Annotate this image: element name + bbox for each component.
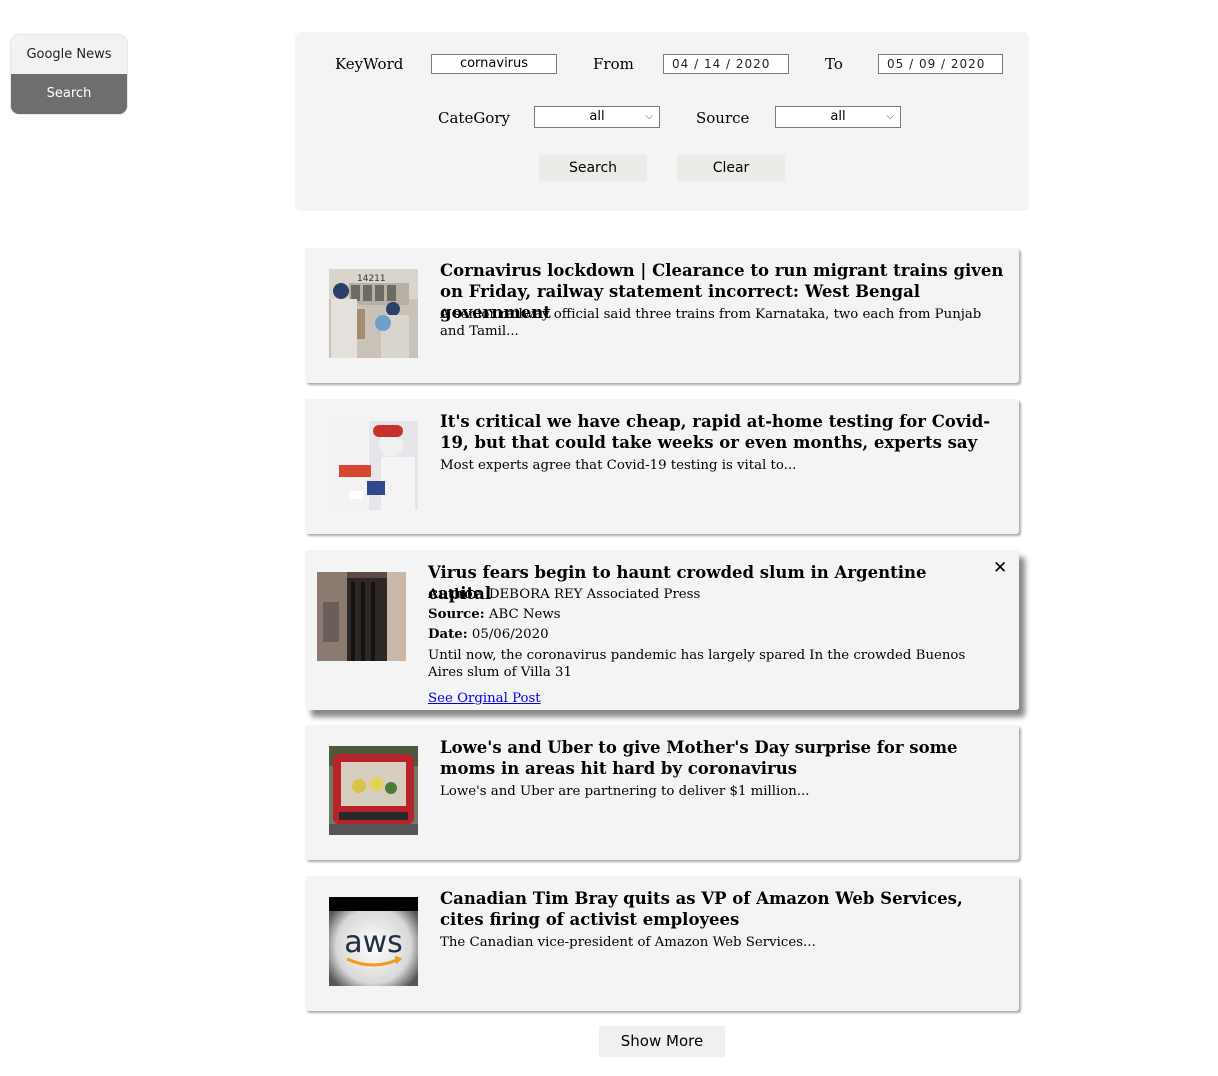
keyword-input[interactable]: cornavirus — [431, 54, 557, 74]
side-nav: Google News Search — [11, 35, 127, 114]
aws-logo-text: aws — [344, 925, 403, 960]
date-row: Date: 05/06/2020 — [428, 625, 988, 645]
article-thumbnail: aws — [329, 897, 418, 986]
close-icon[interactable]: ✕ — [993, 558, 1007, 578]
source-value: ABC News — [488, 607, 561, 622]
category-label: CateGory — [438, 109, 510, 127]
author-value: DEBORA REY Associated Press — [488, 587, 701, 602]
article-thumbnail — [329, 746, 418, 835]
to-date-input[interactable]: 05 / 09 / 2020 — [878, 54, 1003, 74]
search-form-panel: KeyWord cornavirus From 04 / 14 / 2020 T… — [295, 32, 1029, 211]
chevron-down-icon: ⌵ — [886, 111, 894, 122]
article-description: Lowe's and Uber are partnering to delive… — [440, 784, 810, 799]
article-title[interactable]: Canadian Tim Bray quits as VP of Amazon … — [440, 888, 1005, 930]
date-label: Date: — [428, 627, 468, 642]
news-card-expanded[interactable]: Virus fears begin to haunt crowded slum … — [305, 550, 1019, 710]
nav-google-news[interactable]: Google News — [11, 35, 127, 74]
article-thumbnail — [317, 572, 406, 661]
article-title[interactable]: It's critical we have cheap, rapid at-ho… — [440, 411, 1005, 453]
source-label: Source — [696, 109, 750, 127]
search-button[interactable]: Search — [539, 155, 647, 181]
from-date-input[interactable]: 04 / 14 / 2020 — [663, 54, 789, 74]
original-post-link[interactable]: See Orginal Post — [428, 691, 541, 706]
news-card[interactable]: 14211 Cornavirus lockdown | Clearance to… — [305, 248, 1019, 383]
source-row: Source: ABC News — [428, 605, 988, 625]
article-description: A senior railway official said three tra… — [440, 307, 982, 339]
nav-search[interactable]: Search — [11, 74, 127, 114]
to-label: To — [825, 55, 843, 73]
source-value: all — [830, 109, 846, 124]
chevron-down-icon: ⌵ — [645, 111, 653, 122]
category-value: all — [589, 109, 605, 124]
show-more-button[interactable]: Show More — [599, 1026, 725, 1057]
thumb-number: 14211 — [357, 274, 386, 284]
source-label: Source: — [428, 607, 485, 622]
article-thumbnail: 14211 — [329, 269, 418, 358]
news-card[interactable]: Lowe's and Uber to give Mother's Day sur… — [305, 725, 1019, 860]
article-description: The Canadian vice-president of Amazon We… — [440, 935, 816, 950]
clear-button[interactable]: Clear — [677, 155, 785, 181]
news-card[interactable]: It's critical we have cheap, rapid at-ho… — [305, 399, 1019, 534]
author-label: Author: — [428, 587, 485, 602]
article-description: Until now, the coronavirus pandemic has … — [428, 648, 966, 680]
article-details: Author: DEBORA REY Associated Press Sour… — [428, 585, 988, 706]
source-select[interactable]: all ⌵ — [775, 106, 901, 128]
keyword-label: KeyWord — [335, 55, 404, 73]
article-title[interactable]: Lowe's and Uber to give Mother's Day sur… — [440, 737, 1005, 779]
date-value: 05/06/2020 — [471, 627, 549, 642]
article-description: Most experts agree that Covid-19 testing… — [440, 458, 797, 473]
author-row: Author: DEBORA REY Associated Press — [428, 585, 988, 605]
category-select[interactable]: all ⌵ — [534, 106, 660, 128]
news-card[interactable]: aws Canadian Tim Bray quits as VP of Ama… — [305, 876, 1019, 1011]
from-label: From — [593, 55, 634, 73]
article-thumbnail — [329, 421, 418, 510]
